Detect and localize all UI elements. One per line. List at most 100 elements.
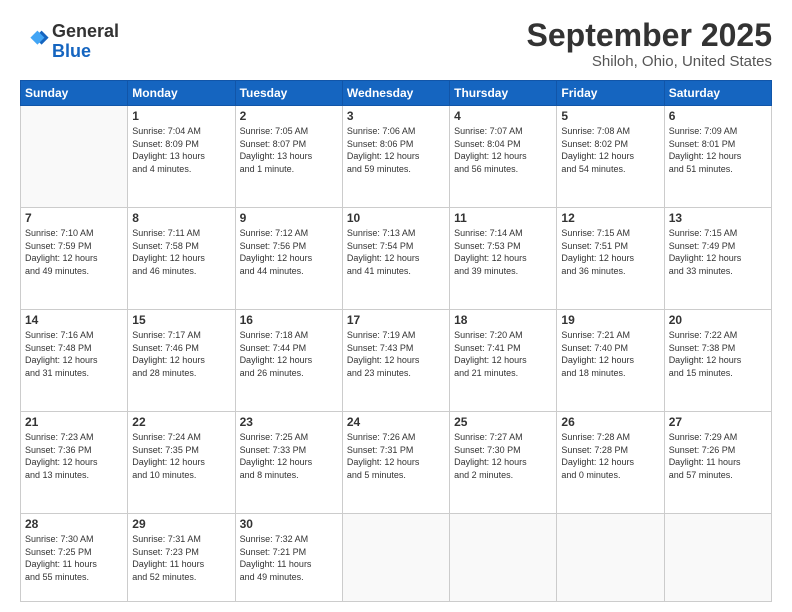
day-number: 13 <box>669 211 767 225</box>
table-row <box>664 513 771 601</box>
table-row: 4Sunrise: 7:07 AM Sunset: 8:04 PM Daylig… <box>450 106 557 208</box>
table-row <box>21 106 128 208</box>
day-number: 27 <box>669 415 767 429</box>
calendar-table: Sunday Monday Tuesday Wednesday Thursday… <box>20 80 772 602</box>
table-row: 9 Sunrise: 7:12 AM Sunset: 7:56 PM Daylig… <box>235 208 342 310</box>
day-info: Sunrise: 7:31 AM Sunset: 7:23 PM Dayligh… <box>132 533 230 583</box>
day-number: 19 <box>561 313 659 327</box>
day-info: Sunrise: 7:13 AM Sunset: 7:54 PM Dayligh… <box>347 227 445 277</box>
day-number: 3 <box>347 109 445 123</box>
table-row: 23 Sunrise: 7:25 AM Sunset: 7:33 PM Dayli… <box>235 412 342 514</box>
day-info: Sunrise: 7:04 AM Sunset: 8:09 PM Dayligh… <box>132 125 230 175</box>
header-sunday: Sunday <box>21 81 128 106</box>
day-number: 15 <box>132 313 230 327</box>
table-row: 18Sunrise: 7:20 AM Sunset: 7:41 PM Dayli… <box>450 310 557 412</box>
table-row: 28 Sunrise: 7:30 AM Sunset: 7:25 PM Dayli… <box>21 513 128 601</box>
table-row: 27 Sunrise: 7:29 AM Sunset: 7:26 PM Dayli… <box>664 412 771 514</box>
day-info: Sunrise: 7:07 AM Sunset: 8:04 PM Dayligh… <box>454 125 552 175</box>
weekday-header-row: Sunday Monday Tuesday Wednesday Thursday… <box>21 81 772 106</box>
title-block: September 2025 Shiloh, Ohio, United Stat… <box>527 18 772 70</box>
day-info: Sunrise: 7:26 AM Sunset: 7:31 PM Dayligh… <box>347 431 445 481</box>
day-number: 20 <box>669 313 767 327</box>
table-row: 14Sunrise: 7:16 AM Sunset: 7:48 PM Dayli… <box>21 310 128 412</box>
day-number: 16 <box>240 313 338 327</box>
logo: General Blue <box>20 22 119 62</box>
day-number: 24 <box>347 415 445 429</box>
day-number: 12 <box>561 211 659 225</box>
day-info: Sunrise: 7:29 AM Sunset: 7:26 PM Dayligh… <box>669 431 767 481</box>
day-info: Sunrise: 7:09 AM Sunset: 8:01 PM Dayligh… <box>669 125 767 175</box>
table-row: 30Sunrise: 7:32 AM Sunset: 7:21 PM Dayli… <box>235 513 342 601</box>
day-number: 26 <box>561 415 659 429</box>
table-row: 19 Sunrise: 7:21 AM Sunset: 7:40 PM Dayli… <box>557 310 664 412</box>
table-row <box>342 513 449 601</box>
day-info: Sunrise: 7:08 AM Sunset: 8:02 PM Dayligh… <box>561 125 659 175</box>
header-wednesday: Wednesday <box>342 81 449 106</box>
table-row: 21 Sunrise: 7:23 AM Sunset: 7:36 PM Dayli… <box>21 412 128 514</box>
table-row: 17 Sunrise: 7:19 AM Sunset: 7:43 PM Dayli… <box>342 310 449 412</box>
header: General Blue September 2025 Shiloh, Ohio… <box>20 18 772 70</box>
day-number: 7 <box>25 211 123 225</box>
day-info: Sunrise: 7:30 AM Sunset: 7:25 PM Dayligh… <box>25 533 123 583</box>
table-row: 1 Sunrise: 7:04 AM Sunset: 8:09 PM Daylig… <box>128 106 235 208</box>
month-title: September 2025 <box>527 18 772 53</box>
table-row: 12 Sunrise: 7:15 AM Sunset: 7:51 PM Dayli… <box>557 208 664 310</box>
day-info: Sunrise: 7:21 AM Sunset: 7:40 PM Dayligh… <box>561 329 659 379</box>
table-row: 20 Sunrise: 7:22 AM Sunset: 7:38 PM Dayli… <box>664 310 771 412</box>
day-info: Sunrise: 7:22 AM Sunset: 7:38 PM Dayligh… <box>669 329 767 379</box>
day-info: Sunrise: 7:19 AM Sunset: 7:43 PM Dayligh… <box>347 329 445 379</box>
day-info: Sunrise: 7:23 AM Sunset: 7:36 PM Dayligh… <box>25 431 123 481</box>
day-number: 17 <box>347 313 445 327</box>
day-number: 14 <box>25 313 123 327</box>
table-row: 11Sunrise: 7:14 AM Sunset: 7:53 PM Dayli… <box>450 208 557 310</box>
table-row: 16 Sunrise: 7:18 AM Sunset: 7:44 PM Dayli… <box>235 310 342 412</box>
table-row: 25Sunrise: 7:27 AM Sunset: 7:30 PM Dayli… <box>450 412 557 514</box>
header-tuesday: Tuesday <box>235 81 342 106</box>
table-row: 22Sunrise: 7:24 AM Sunset: 7:35 PM Dayli… <box>128 412 235 514</box>
table-row: 5 Sunrise: 7:08 AM Sunset: 8:02 PM Daylig… <box>557 106 664 208</box>
logo-text: General Blue <box>52 22 119 62</box>
table-row <box>557 513 664 601</box>
day-info: Sunrise: 7:32 AM Sunset: 7:21 PM Dayligh… <box>240 533 338 583</box>
day-number: 2 <box>240 109 338 123</box>
table-row: 8 Sunrise: 7:11 AM Sunset: 7:58 PM Daylig… <box>128 208 235 310</box>
day-info: Sunrise: 7:18 AM Sunset: 7:44 PM Dayligh… <box>240 329 338 379</box>
day-info: Sunrise: 7:06 AM Sunset: 8:06 PM Dayligh… <box>347 125 445 175</box>
day-number: 1 <box>132 109 230 123</box>
day-info: Sunrise: 7:12 AM Sunset: 7:56 PM Dayligh… <box>240 227 338 277</box>
day-info: Sunrise: 7:15 AM Sunset: 7:51 PM Dayligh… <box>561 227 659 277</box>
day-info: Sunrise: 7:15 AM Sunset: 7:49 PM Dayligh… <box>669 227 767 277</box>
day-info: Sunrise: 7:25 AM Sunset: 7:33 PM Dayligh… <box>240 431 338 481</box>
table-row: 24 Sunrise: 7:26 AM Sunset: 7:31 PM Dayli… <box>342 412 449 514</box>
day-info: Sunrise: 7:11 AM Sunset: 7:58 PM Dayligh… <box>132 227 230 277</box>
day-info: Sunrise: 7:27 AM Sunset: 7:30 PM Dayligh… <box>454 431 552 481</box>
day-number: 8 <box>132 211 230 225</box>
header-monday: Monday <box>128 81 235 106</box>
table-row: 10Sunrise: 7:13 AM Sunset: 7:54 PM Dayli… <box>342 208 449 310</box>
day-number: 28 <box>25 517 123 531</box>
table-row: 7 Sunrise: 7:10 AM Sunset: 7:59 PM Daylig… <box>21 208 128 310</box>
day-info: Sunrise: 7:17 AM Sunset: 7:46 PM Dayligh… <box>132 329 230 379</box>
table-row: 15 Sunrise: 7:17 AM Sunset: 7:46 PM Dayli… <box>128 310 235 412</box>
table-row: 13 Sunrise: 7:15 AM Sunset: 7:49 PM Dayli… <box>664 208 771 310</box>
day-number: 21 <box>25 415 123 429</box>
day-number: 5 <box>561 109 659 123</box>
header-saturday: Saturday <box>664 81 771 106</box>
day-number: 9 <box>240 211 338 225</box>
table-row: 6 Sunrise: 7:09 AM Sunset: 8:01 PM Daylig… <box>664 106 771 208</box>
header-thursday: Thursday <box>450 81 557 106</box>
day-info: Sunrise: 7:24 AM Sunset: 7:35 PM Dayligh… <box>132 431 230 481</box>
table-row: 29 Sunrise: 7:31 AM Sunset: 7:23 PM Dayli… <box>128 513 235 601</box>
day-number: 23 <box>240 415 338 429</box>
table-row <box>450 513 557 601</box>
day-number: 11 <box>454 211 552 225</box>
day-number: 6 <box>669 109 767 123</box>
day-info: Sunrise: 7:20 AM Sunset: 7:41 PM Dayligh… <box>454 329 552 379</box>
general-blue-icon <box>22 25 50 53</box>
header-friday: Friday <box>557 81 664 106</box>
day-number: 29 <box>132 517 230 531</box>
day-info: Sunrise: 7:10 AM Sunset: 7:59 PM Dayligh… <box>25 227 123 277</box>
day-info: Sunrise: 7:05 AM Sunset: 8:07 PM Dayligh… <box>240 125 338 175</box>
location-title: Shiloh, Ohio, United States <box>527 53 772 70</box>
day-info: Sunrise: 7:28 AM Sunset: 7:28 PM Dayligh… <box>561 431 659 481</box>
